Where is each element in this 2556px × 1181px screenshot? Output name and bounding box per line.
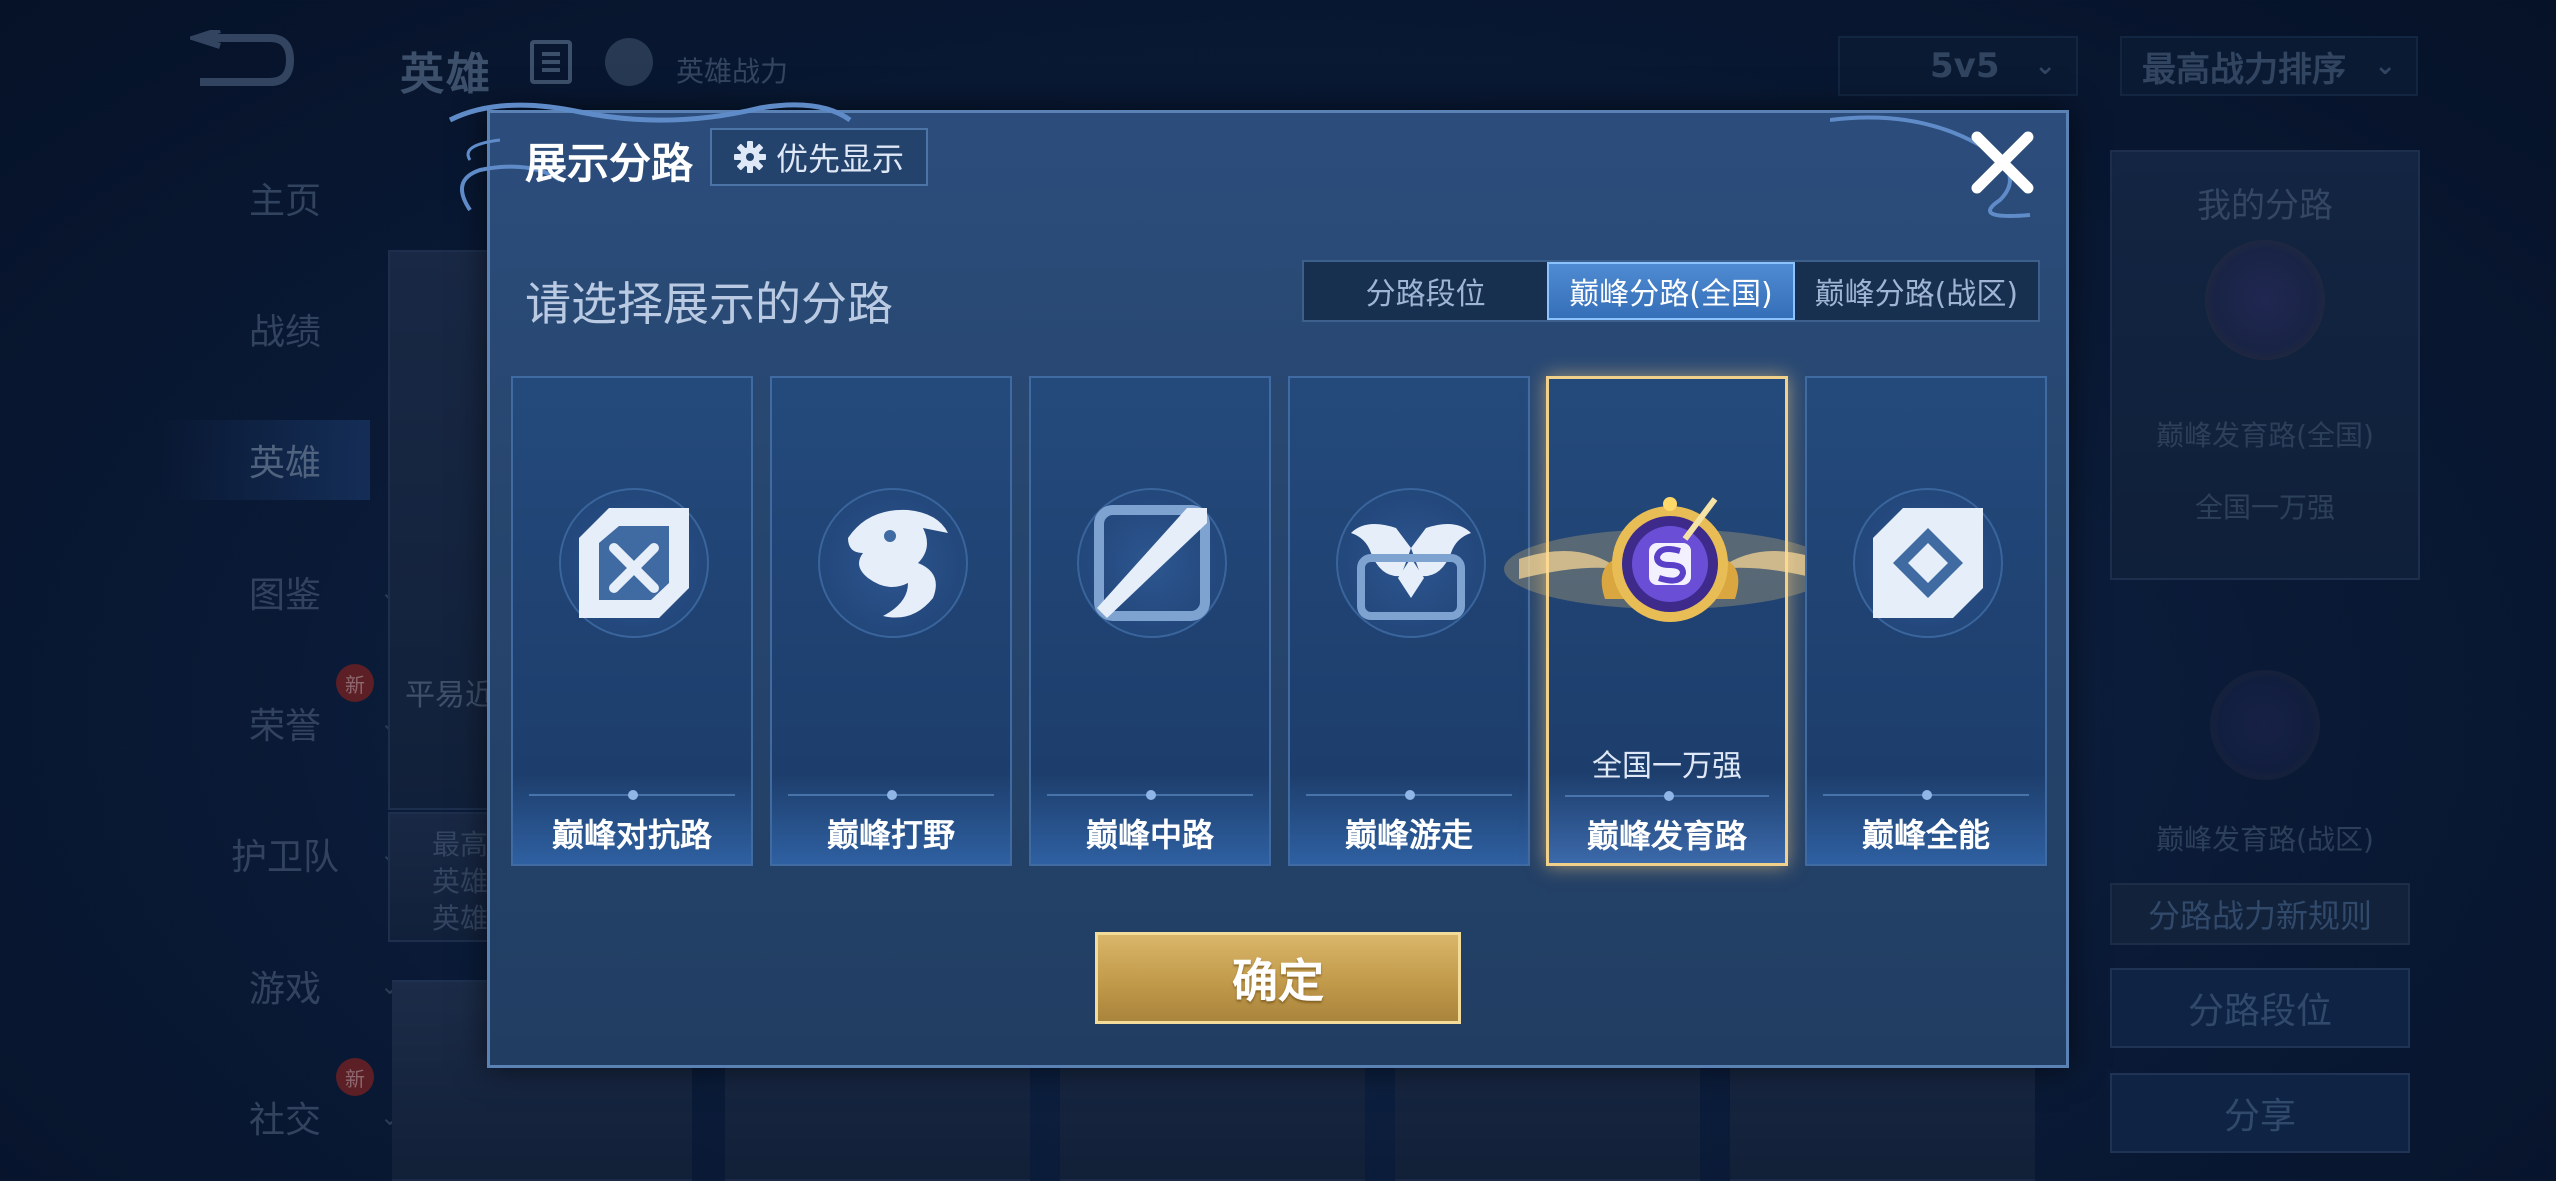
close-icon[interactable] [1965, 125, 2040, 200]
diamond-icon [1873, 508, 1983, 618]
lane-card-mid[interactable]: 巅峰中路 [1029, 376, 1271, 866]
lane-name: 巅峰中路 [1085, 816, 1214, 854]
sword-shield-icon [579, 508, 689, 618]
tab-peak-national[interactable]: 巅峰分路(全国) [1547, 262, 1795, 320]
golden-emblem-icon [1601, 497, 1739, 622]
dragon-icon [848, 509, 948, 618]
lane-name: 巅峰游走 [1344, 816, 1473, 854]
confirm-button[interactable]: 确定 [1095, 932, 1461, 1024]
lane-card-jungle[interactable]: 巅峰打野 [770, 376, 1012, 866]
decorative-swirl-icon [1830, 115, 2031, 218]
lane-card-allround[interactable]: 巅峰全能 [1805, 376, 2047, 866]
priority-display-label: 优先显示 [775, 140, 904, 178]
priority-display-button[interactable]: 优先显示 [710, 128, 928, 186]
lane-name: 巅峰发育路 [1586, 817, 1747, 855]
lane-name: 巅峰对抗路 [551, 816, 712, 854]
dialog-title: 展示分路 [525, 139, 694, 188]
wings-icon [1351, 524, 1471, 620]
lane-name: 巅峰打野 [826, 816, 955, 854]
gear-icon [733, 141, 766, 173]
lane-rank-text: 全国一万强 [1592, 749, 1742, 784]
dialog-subtitle: 请选择展示的分路 [525, 277, 893, 331]
tab-peak-zone[interactable]: 巅峰分路(战区) [1795, 262, 2038, 320]
staff-icon [1094, 505, 1210, 621]
lane-card-adc[interactable]: 全国一万强 巅峰发育路 [1504, 376, 1834, 866]
lane-card-top[interactable]: 巅峰对抗路 [511, 376, 753, 866]
lane-card-support[interactable]: 巅峰游走 [1288, 376, 1530, 866]
lane-tabs: 分路段位 巅峰分路(全国) 巅峰分路(战区) [1302, 260, 2040, 322]
lane-name: 巅峰全能 [1861, 816, 1990, 854]
tab-lane-rank[interactable]: 分路段位 [1304, 262, 1547, 320]
